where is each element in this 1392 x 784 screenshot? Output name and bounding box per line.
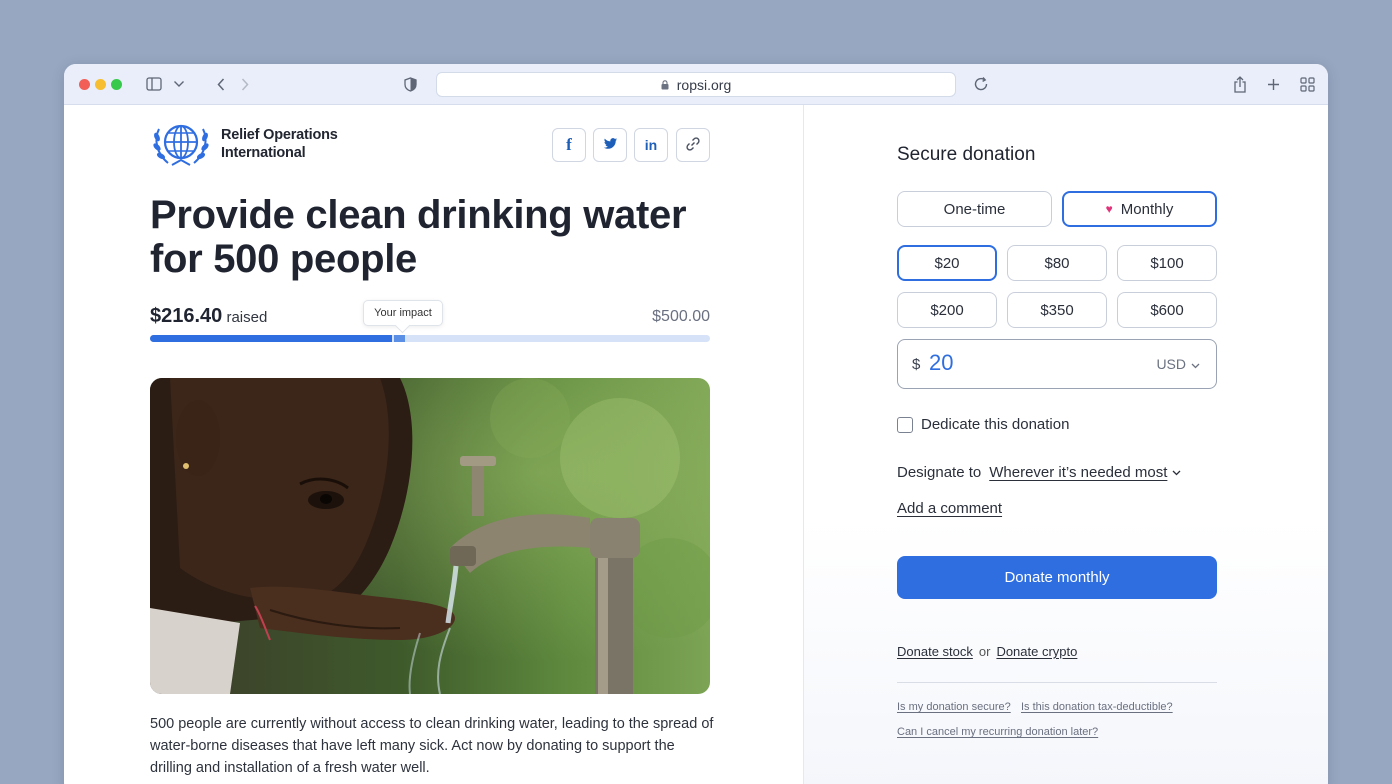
org-name: Relief Operations International (221, 126, 361, 162)
impact-tooltip: Your impact (363, 300, 443, 326)
campaign-photo (150, 378, 710, 694)
currency-select[interactable]: USD (1156, 356, 1200, 372)
designate-value: Wherever it’s needed most (989, 464, 1168, 481)
alternative-donation-links: Donate stock or Donate crypto (897, 644, 1077, 659)
chevron-down-icon[interactable] (170, 75, 188, 93)
donate-crypto-link[interactable]: Donate crypto (996, 644, 1077, 659)
raised-label: raised (226, 309, 268, 326)
share-twitter-button[interactable] (593, 128, 627, 162)
currency-label: USD (1156, 356, 1186, 372)
reload-icon[interactable] (972, 75, 990, 93)
donation-form-title: Secure donation (897, 144, 1036, 165)
copy-link-button[interactable] (676, 128, 710, 162)
share-linkedin-button[interactable]: in (634, 128, 668, 162)
linkedin-icon: in (644, 137, 658, 153)
amount-value[interactable]: 20 (929, 350, 953, 376)
designate-dropdown[interactable]: Wherever it’s needed most (989, 464, 1181, 481)
close-window-button[interactable] (79, 79, 90, 90)
facebook-icon: f (566, 135, 572, 154)
lock-icon (661, 79, 669, 90)
back-icon[interactable] (212, 75, 230, 93)
form-divider (897, 682, 1217, 683)
custom-amount-input[interactable]: $ 20 USD (897, 339, 1217, 389)
org-name-line1: Relief Operations (221, 127, 338, 143)
progress-fill (150, 335, 392, 342)
amount-button-80[interactable]: $80 (1007, 245, 1107, 281)
goal-amount: $500.00 (652, 308, 710, 325)
url-text: ropsi.org (676, 76, 732, 93)
campaign-title: Provide clean drinking water for 500 peo… (150, 193, 687, 281)
amount-button-200[interactable]: $200 (897, 292, 997, 328)
amount-button-600[interactable]: $600 (1117, 292, 1217, 328)
minimize-window-button[interactable] (95, 79, 106, 90)
add-comment-link[interactable]: Add a comment (897, 500, 1002, 517)
address-bar[interactable]: ropsi.org (436, 72, 956, 97)
zoom-window-button[interactable] (111, 79, 122, 90)
share-facebook-button[interactable]: f (552, 128, 586, 162)
org-name-line2: International (221, 145, 306, 161)
twitter-icon (603, 137, 618, 153)
privacy-shield-icon[interactable] (401, 75, 419, 93)
chevron-down-icon (1191, 356, 1200, 372)
campaign-description: 500 people are currently without access … (150, 716, 714, 776)
progress-impact-segment (394, 335, 405, 342)
new-tab-icon[interactable] (1264, 75, 1282, 93)
one-time-button[interactable]: One-time (897, 191, 1052, 227)
campaign-section: Relief Operations International f in Pro… (64, 105, 803, 784)
amount-button-350[interactable]: $350 (1007, 292, 1107, 328)
dedicate-row[interactable]: Dedicate this donation (897, 416, 1069, 433)
browser-toolbar: ropsi.org (64, 64, 1328, 105)
share-icon[interactable] (1231, 75, 1249, 93)
donate-monthly-button[interactable]: Donate monthly (897, 556, 1217, 599)
monthly-button[interactable]: ♥ Monthly (1062, 191, 1217, 227)
sidebar-toggle-icon[interactable] (145, 75, 163, 93)
heart-icon: ♥ (1105, 202, 1113, 216)
chevron-down-icon (1172, 470, 1181, 476)
dedicate-checkbox[interactable] (897, 416, 913, 433)
currency-symbol: $ (912, 356, 921, 373)
designate-label: Designate to (897, 464, 982, 481)
tab-overview-icon[interactable] (1298, 75, 1316, 93)
org-logo-icon[interactable] (150, 119, 212, 171)
link-icon (685, 136, 701, 155)
monthly-label: Monthly (1120, 200, 1174, 218)
designate-row: Designate to Wherever it’s needed most (897, 464, 1181, 481)
faq-secure-link[interactable]: Is my donation secure? (897, 701, 1011, 713)
amount-button-100[interactable]: $100 (1117, 245, 1217, 281)
or-text: or (978, 644, 991, 659)
faq-tax-link[interactable]: Is this donation tax-deductible? (1021, 701, 1173, 713)
faq-cancel-link[interactable]: Can I cancel my recurring donation later… (897, 726, 1098, 738)
progress-bar (150, 335, 710, 342)
one-time-label: One-time (943, 200, 1006, 218)
amount-button-20[interactable]: $20 (897, 245, 997, 281)
dedicate-label: Dedicate this donation (921, 416, 1070, 433)
donation-form: Secure donation One-time ♥ Monthly $20 $… (804, 105, 1328, 784)
raised-summary: $216.40 raised (150, 305, 267, 328)
browser-window: ropsi.org Relief Operations Internationa… (64, 64, 1328, 784)
forward-icon[interactable] (236, 75, 254, 93)
raised-amount: $216.40 (150, 305, 223, 327)
donate-stock-link[interactable]: Donate stock (897, 644, 973, 659)
